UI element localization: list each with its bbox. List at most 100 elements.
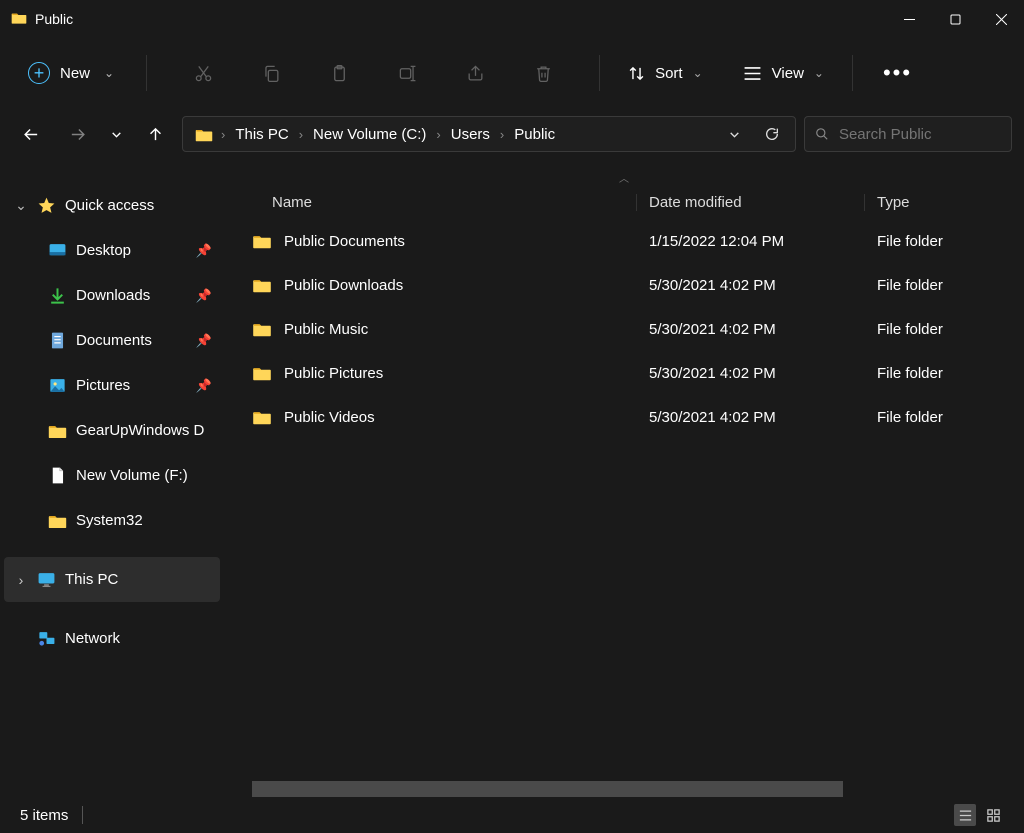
- column-date[interactable]: Date modified: [637, 194, 865, 211]
- file-name: Public Music: [284, 321, 368, 338]
- folder-icon: [252, 409, 272, 425]
- chevron-down-icon: ⌄: [693, 66, 703, 80]
- sidebar-item-desktop[interactable]: Desktop 📌: [0, 228, 224, 273]
- file-name: Public Documents: [284, 233, 405, 250]
- share-button[interactable]: [461, 59, 489, 87]
- breadcrumb[interactable]: Public: [508, 122, 561, 147]
- title-bar: Public: [0, 0, 1024, 38]
- folder-icon: [11, 11, 27, 27]
- file-name: Public Pictures: [284, 365, 383, 382]
- file-type: File folder: [865, 233, 943, 250]
- table-row[interactable]: Public Downloads5/30/2021 4:02 PMFile fo…: [224, 263, 1024, 307]
- chevron-right-icon: ›: [500, 127, 504, 142]
- details-view-button[interactable]: [954, 804, 976, 826]
- breadcrumb[interactable]: New Volume (C:): [307, 122, 432, 147]
- address-bar[interactable]: › This PC › New Volume (C:) › Users › Pu…: [182, 116, 796, 152]
- document-icon: [48, 331, 67, 350]
- view-label: View: [772, 65, 804, 82]
- file-name: Public Downloads: [284, 277, 403, 294]
- sidebar-item-label: This PC: [65, 571, 118, 588]
- nav-row: › This PC › New Volume (C:) › Users › Pu…: [0, 110, 1024, 158]
- table-row[interactable]: Public Documents1/15/2022 12:04 PMFile f…: [224, 219, 1024, 263]
- new-label: New: [60, 65, 90, 82]
- sidebar-item-downloads[interactable]: Downloads 📌: [0, 273, 224, 318]
- column-headers: Name Date modified Type: [224, 185, 1024, 219]
- cut-button[interactable]: [189, 59, 217, 87]
- scroll-hint-icon: ︿: [224, 175, 1024, 185]
- sidebar-item-label: Desktop: [76, 242, 131, 259]
- new-button[interactable]: + New ⌄: [18, 56, 124, 90]
- chevron-down-icon: ⌄: [814, 66, 824, 80]
- file-date: 5/30/2021 4:02 PM: [637, 321, 865, 338]
- table-row[interactable]: Public Pictures5/30/2021 4:02 PMFile fol…: [224, 351, 1024, 395]
- delete-button[interactable]: [529, 59, 557, 87]
- paste-button[interactable]: [325, 59, 353, 87]
- sidebar-item-documents[interactable]: Documents 📌: [0, 318, 224, 363]
- sidebar-item-pictures[interactable]: Pictures 📌: [0, 363, 224, 408]
- plus-icon: +: [28, 62, 50, 84]
- sidebar-item-label: Quick access: [65, 197, 154, 214]
- sort-label: Sort: [655, 65, 683, 82]
- file-icon: [48, 466, 67, 485]
- toolbar: + New ⌄ Sort ⌄ View ⌄ •••: [0, 38, 1024, 108]
- chevron-right-icon: ›: [436, 127, 440, 142]
- close-button[interactable]: [978, 0, 1024, 38]
- sidebar: ⌄ Quick access Desktop 📌 Downloads 📌 Doc…: [0, 175, 224, 797]
- address-dropdown[interactable]: [717, 117, 751, 151]
- breadcrumb[interactable]: This PC: [229, 122, 294, 147]
- file-pane: ︿ Name Date modified Type Public Documen…: [224, 175, 1024, 797]
- file-list: Public Documents1/15/2022 12:04 PMFile f…: [224, 219, 1024, 439]
- pin-icon: 📌: [196, 288, 212, 304]
- sidebar-this-pc[interactable]: › This PC: [4, 557, 220, 602]
- file-type: File folder: [865, 321, 943, 338]
- folder-icon: [252, 277, 272, 293]
- sidebar-item-system32[interactable]: System32: [0, 498, 224, 543]
- table-row[interactable]: Public Music 5/30/2021 4:02 PMFile folder: [224, 307, 1024, 351]
- star-icon: [37, 196, 56, 215]
- window-title: Public: [35, 11, 73, 27]
- minimize-button[interactable]: [886, 0, 932, 38]
- sidebar-item-new-volume-f[interactable]: New Volume (F:): [0, 453, 224, 498]
- back-button[interactable]: [12, 115, 50, 153]
- sidebar-item-label: Network: [65, 630, 120, 647]
- folder-icon: [48, 511, 67, 530]
- sidebar-network[interactable]: › Network: [0, 616, 224, 661]
- sort-button[interactable]: Sort ⌄: [622, 65, 709, 82]
- pin-icon: 📌: [196, 243, 212, 259]
- download-icon: [48, 286, 67, 305]
- sidebar-quick-access[interactable]: ⌄ Quick access: [0, 183, 224, 228]
- sidebar-item-label: Documents: [76, 332, 152, 349]
- table-row[interactable]: Public Videos5/30/2021 4:02 PMFile folde…: [224, 395, 1024, 439]
- search-input[interactable]: [839, 126, 1001, 143]
- folder-icon: [252, 321, 272, 337]
- sidebar-item-gearupwindows[interactable]: GearUpWindows D: [0, 408, 224, 453]
- chevron-down-icon[interactable]: ⌄: [14, 197, 28, 214]
- desktop-icon: [48, 241, 67, 260]
- status-bar: 5 items: [0, 797, 1024, 833]
- rename-button[interactable]: [393, 59, 421, 87]
- refresh-button[interactable]: [755, 117, 789, 151]
- folder-icon: [195, 127, 213, 142]
- file-type: File folder: [865, 365, 943, 382]
- column-name[interactable]: Name: [224, 194, 637, 211]
- sidebar-item-label: GearUpWindows D: [76, 422, 204, 439]
- thumbnails-view-button[interactable]: [982, 804, 1004, 826]
- column-type[interactable]: Type: [865, 194, 910, 211]
- file-type: File folder: [865, 277, 943, 294]
- network-icon: [37, 629, 56, 648]
- up-button[interactable]: [136, 115, 174, 153]
- horizontal-scrollbar[interactable]: [252, 781, 1010, 797]
- folder-icon: [252, 365, 272, 381]
- scrollbar-thumb[interactable]: [252, 781, 843, 797]
- breadcrumb[interactable]: Users: [445, 122, 496, 147]
- chevron-right-icon[interactable]: ›: [14, 572, 28, 588]
- maximize-button[interactable]: [932, 0, 978, 38]
- history-dropdown[interactable]: [104, 115, 128, 153]
- sidebar-item-label: Pictures: [76, 377, 130, 394]
- search-box[interactable]: [804, 116, 1012, 152]
- copy-button[interactable]: [257, 59, 285, 87]
- forward-button[interactable]: [58, 115, 96, 153]
- more-button[interactable]: •••: [875, 60, 920, 86]
- view-button[interactable]: View ⌄: [737, 65, 830, 82]
- chevron-right-icon: ›: [299, 127, 303, 142]
